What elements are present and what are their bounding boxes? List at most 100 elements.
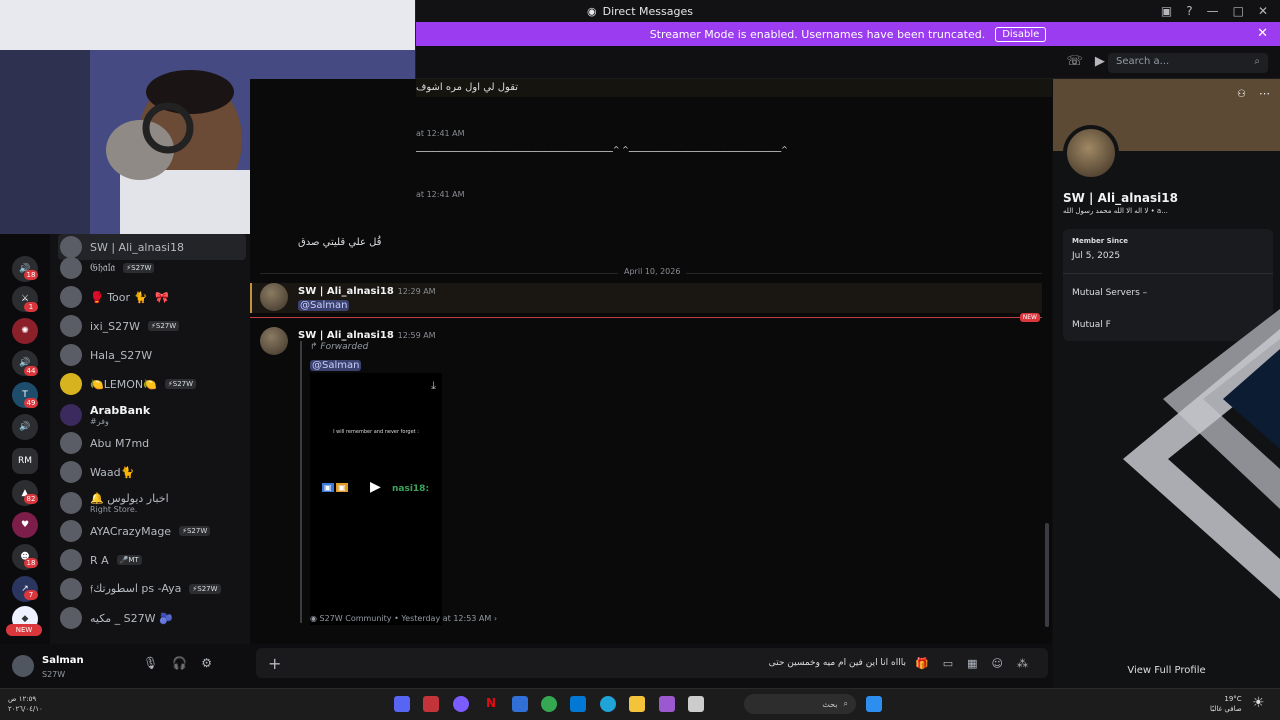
app-taskbar-icon[interactable]: [688, 696, 704, 712]
dm-subtitle: Right Store.: [90, 505, 138, 514]
dm-name: SW | Ali_alnasi18: [90, 240, 184, 254]
dm-name: 🔔 اخبار ديولوس: [90, 492, 169, 505]
gif-icon[interactable]: ▭: [943, 657, 953, 670]
mention-badge: 82: [24, 494, 38, 504]
mention-badge: 49: [24, 398, 38, 408]
forwarded-label: ↱ Forwarded: [310, 342, 369, 352]
clock-date: ٢٠٢٦/٠٤/١٠: [8, 705, 43, 713]
dm-item[interactable]: ixi_S27W ⚡S27W: [58, 313, 246, 339]
app-taskbar-icon[interactable]: [659, 696, 675, 712]
member-since-label: Member Since: [1072, 237, 1128, 245]
dm-name: Hala_S27W: [90, 348, 153, 362]
play-icon[interactable]: ▶: [370, 479, 381, 495]
dm-item[interactable]: R A 🎤MT: [58, 547, 246, 573]
avatar[interactable]: [260, 327, 288, 355]
discord-taskbar-icon[interactable]: [394, 696, 410, 712]
message-author[interactable]: SW | Ali_alnasi18: [298, 286, 394, 297]
mention-badge: 18: [24, 270, 38, 280]
taskbar: ١٢:٥٩ ص ٢٠٢٦/٠٤/١٠ N 19°C صافي غالبًا ☀: [0, 688, 1280, 720]
message-author[interactable]: SW | Ali_alnasi18: [298, 330, 394, 341]
windows-start-icon[interactable]: [866, 696, 882, 712]
headphones-icon[interactable]: 🎧: [172, 656, 187, 670]
search-icon: ⌕: [843, 699, 848, 708]
dm-name: ixi_S27W: [90, 319, 140, 333]
mic-icon[interactable]: 🎙: [143, 656, 158, 670]
netflix-taskbar-icon[interactable]: N: [483, 696, 499, 712]
voice-call-icon[interactable]: ☏: [1067, 54, 1083, 69]
clan-tag: ⚡S27W: [189, 584, 221, 594]
app-taskbar-icon[interactable]: [512, 696, 528, 712]
search-input[interactable]: Search a... ⌕: [1108, 53, 1268, 73]
taskbar-search[interactable]: بحث ⌕: [744, 694, 856, 714]
dm-item[interactable]: 𝔣اسطورتك ps -Aya ⚡S27W: [58, 576, 246, 602]
clock-time: ١٢:٥٩ ص: [8, 695, 37, 703]
user-mention[interactable]: @Salman: [298, 300, 350, 311]
timestamp: 12:59 AM: [397, 331, 436, 340]
avatar: [60, 461, 82, 483]
timestamp: 12:29 AM: [397, 287, 436, 296]
add-friend-icon[interactable]: ⚇: [1237, 89, 1246, 100]
minimize-button[interactable]: —: [1207, 4, 1219, 18]
dm-item[interactable]: Hala_S27W: [58, 342, 246, 368]
download-icon[interactable]: ⤓: [431, 379, 436, 393]
app-taskbar-icon[interactable]: [423, 696, 439, 712]
mention-badge: 44: [24, 366, 38, 376]
server-icon[interactable]: 🔊: [12, 414, 38, 440]
obs-taskbar-icon[interactable]: [453, 696, 469, 712]
dm-item[interactable]: 𝔊𝔥𝔞𝔩𝔞 ⚡S27W: [58, 255, 246, 281]
dm-item[interactable]: AYACrazyMage ⚡S27W: [58, 518, 246, 544]
avatar: [60, 520, 82, 542]
clan-tag: ⚡S27W: [123, 263, 155, 273]
store-taskbar-icon[interactable]: [570, 696, 586, 712]
weather-desc: صافي غالبًا: [1210, 705, 1242, 713]
server-icon[interactable]: ♥: [12, 512, 38, 538]
weather-widget[interactable]: 19°C صافي غالبًا: [1210, 694, 1242, 714]
dm-item[interactable]: ArabBank #وفر: [58, 400, 246, 430]
close-icon[interactable]: ✕: [1257, 26, 1268, 41]
divider: [1063, 273, 1273, 274]
message-input[interactable]: باااه انا اين فين ام ميه وخمسين حتى: [769, 658, 906, 668]
dm-item[interactable]: 🍋LEMON🍋 ⚡S27W: [58, 371, 246, 397]
dm-item[interactable]: Waad🐈: [58, 459, 246, 485]
apps-icon[interactable]: ⁂: [1017, 657, 1028, 670]
server-icon[interactable]: ✺: [12, 318, 38, 344]
server-list: 🔊 18 ⚔ 1 ✺ 🔊 44 T 49 🔊 RM ▲ 82 ♥ ☻ 18 ↗ …: [0, 234, 50, 644]
clan-tag: ⚡S27W: [147, 321, 180, 331]
dm-name: 🥊 Toor 🐈: [90, 290, 148, 304]
discord-icon: ◉: [587, 4, 597, 18]
help-icon[interactable]: ?: [1186, 4, 1192, 18]
new-pill[interactable]: NEW: [6, 624, 42, 636]
server-rm[interactable]: RM: [12, 448, 38, 474]
forward-source[interactable]: ◉ S27W Community • Yesterday at 12:53 AM…: [310, 614, 497, 623]
disable-button[interactable]: Disable: [995, 26, 1047, 42]
chrome-taskbar-icon[interactable]: [541, 696, 557, 712]
explorer-taskbar-icon[interactable]: [629, 696, 645, 712]
video-embed[interactable]: ⤓ I will remember and never forget : ▣ ▣…: [310, 373, 442, 625]
avatar[interactable]: [260, 283, 288, 311]
close-button[interactable]: ✕: [1258, 4, 1268, 18]
gift-icon[interactable]: 🎁: [915, 657, 929, 670]
avatar: [60, 492, 82, 514]
profile-avatar[interactable]: [1063, 125, 1119, 181]
clock[interactable]: ١٢:٥٩ ص ٢٠٢٦/٠٤/١٠: [8, 694, 43, 714]
edge-taskbar-icon[interactable]: [600, 696, 616, 712]
user-avatar[interactable]: [12, 655, 34, 677]
dm-item[interactable]: مكيه _ S27W 🫐: [58, 605, 246, 631]
sticker-icon[interactable]: ▦: [967, 657, 977, 670]
mutual-servers[interactable]: Mutual Servers –: [1072, 288, 1147, 298]
emoji-icon[interactable]: ☺: [992, 657, 1003, 670]
more-icon[interactable]: ⋯: [1259, 87, 1270, 100]
dm-item[interactable]: Abu M7md: [58, 430, 246, 456]
mention-badge: 18: [24, 558, 38, 568]
settings-gear-icon[interactable]: ⚙: [201, 656, 212, 670]
maximize-button[interactable]: □: [1233, 4, 1244, 18]
video-call-icon[interactable]: ▶: [1095, 54, 1105, 69]
user-mention[interactable]: @Salman: [310, 360, 362, 371]
add-attachment-icon[interactable]: +: [268, 654, 281, 673]
dm-name: 𝔣اسطورتك ps -Aya: [90, 582, 182, 595]
view-full-profile-button[interactable]: View Full Profile: [1053, 665, 1280, 676]
inbox-icon[interactable]: ▣: [1161, 4, 1172, 18]
scrollbar[interactable]: [1045, 523, 1049, 627]
dm-item[interactable]: 🥊 Toor 🐈 🎀: [58, 284, 246, 310]
dm-item[interactable]: 🔔 اخبار ديولوس Right Store.: [58, 488, 246, 518]
